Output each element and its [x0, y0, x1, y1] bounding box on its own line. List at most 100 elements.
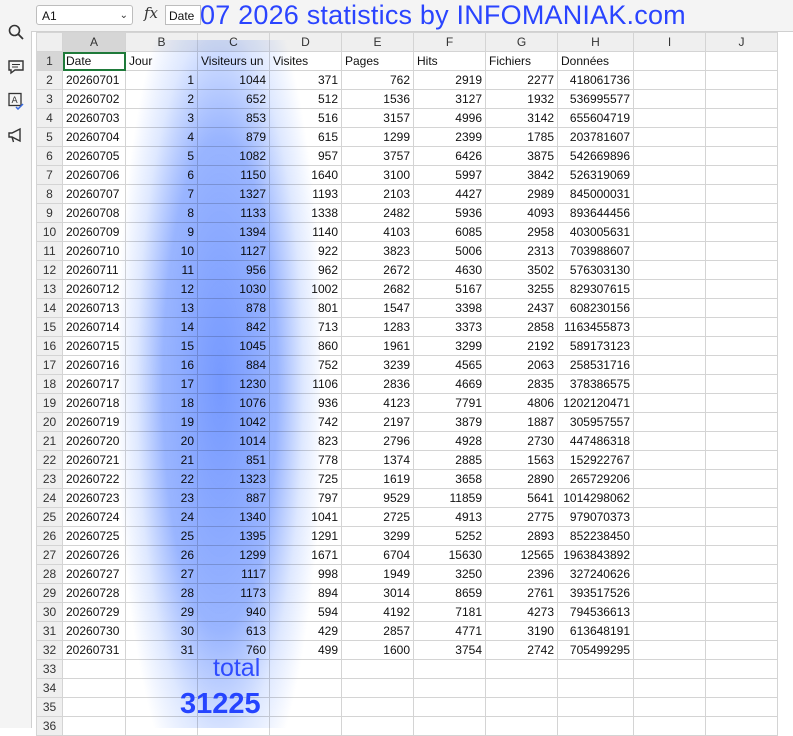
cell-f9[interactable]: 5936: [413, 203, 486, 223]
cell-e22[interactable]: 1374: [341, 450, 414, 470]
cell-f4[interactable]: 4996: [413, 108, 486, 128]
cell-j23[interactable]: [705, 469, 778, 489]
cell-e7[interactable]: 3100: [341, 165, 414, 185]
cell-e35[interactable]: [341, 697, 414, 717]
cell-h1[interactable]: Données: [557, 51, 634, 71]
cell-e18[interactable]: 2836: [341, 374, 414, 394]
cell-b15[interactable]: 14: [125, 317, 198, 337]
cell-h32[interactable]: 705499295: [557, 640, 634, 660]
cell-i12[interactable]: [633, 260, 706, 280]
cell-d17[interactable]: 752: [269, 355, 342, 375]
cell-c23[interactable]: 1323: [197, 469, 270, 489]
cell-a9[interactable]: 20260708: [62, 203, 126, 223]
name-box[interactable]: A1 ⌄: [36, 5, 133, 25]
cell-h35[interactable]: [557, 697, 634, 717]
cell-f32[interactable]: 3754: [413, 640, 486, 660]
cell-g17[interactable]: 2063: [485, 355, 558, 375]
cell-f30[interactable]: 7181: [413, 602, 486, 622]
cell-i13[interactable]: [633, 279, 706, 299]
cell-d32[interactable]: 499: [269, 640, 342, 660]
cell-c17[interactable]: 884: [197, 355, 270, 375]
cell-b32[interactable]: 31: [125, 640, 198, 660]
cell-g32[interactable]: 2742: [485, 640, 558, 660]
cell-e25[interactable]: 2725: [341, 507, 414, 527]
cell-c1[interactable]: Visiteurs un: [197, 51, 270, 71]
cell-d20[interactable]: 742: [269, 412, 342, 432]
cell-i18[interactable]: [633, 374, 706, 394]
cell-b7[interactable]: 6: [125, 165, 198, 185]
cell-i6[interactable]: [633, 146, 706, 166]
cell-h13[interactable]: 829307615: [557, 279, 634, 299]
cell-a32[interactable]: 20260731: [62, 640, 126, 660]
cell-b25[interactable]: 24: [125, 507, 198, 527]
cell-a4[interactable]: 20260703: [62, 108, 126, 128]
cell-c10[interactable]: 1394: [197, 222, 270, 242]
cell-b9[interactable]: 8: [125, 203, 198, 223]
formula-input[interactable]: Date: [165, 5, 201, 25]
cell-d33[interactable]: [269, 659, 342, 679]
cell-j7[interactable]: [705, 165, 778, 185]
cell-e9[interactable]: 2482: [341, 203, 414, 223]
row-header[interactable]: 10: [36, 222, 63, 242]
cell-h4[interactable]: 655604719: [557, 108, 634, 128]
cell-b21[interactable]: 20: [125, 431, 198, 451]
cell-g31[interactable]: 3190: [485, 621, 558, 641]
cell-f18[interactable]: 4669: [413, 374, 486, 394]
cell-a27[interactable]: 20260726: [62, 545, 126, 565]
cell-f28[interactable]: 3250: [413, 564, 486, 584]
row-header[interactable]: 5: [36, 127, 63, 147]
row-header[interactable]: 3: [36, 89, 63, 109]
cell-c6[interactable]: 1082: [197, 146, 270, 166]
cell-b2[interactable]: 1: [125, 70, 198, 90]
cell-d24[interactable]: 797: [269, 488, 342, 508]
cell-h19[interactable]: 1202120471: [557, 393, 634, 413]
cell-e16[interactable]: 1961: [341, 336, 414, 356]
column-header-g[interactable]: G: [485, 32, 558, 52]
cell-e20[interactable]: 2197: [341, 412, 414, 432]
cell-h18[interactable]: 378386575: [557, 374, 634, 394]
cell-a7[interactable]: 20260706: [62, 165, 126, 185]
cell-h17[interactable]: 258531716: [557, 355, 634, 375]
cell-a30[interactable]: 20260729: [62, 602, 126, 622]
cell-f36[interactable]: [413, 716, 486, 736]
cell-c13[interactable]: 1030: [197, 279, 270, 299]
cell-j9[interactable]: [705, 203, 778, 223]
cell-d36[interactable]: [269, 716, 342, 736]
cell-b1[interactable]: Jour: [125, 51, 198, 71]
cell-h11[interactable]: 703988607: [557, 241, 634, 261]
row-header[interactable]: 14: [36, 298, 63, 318]
cell-f27[interactable]: 15630: [413, 545, 486, 565]
cell-i35[interactable]: [633, 697, 706, 717]
cell-c8[interactable]: 1327: [197, 184, 270, 204]
cell-i1[interactable]: [633, 51, 706, 71]
cell-d14[interactable]: 801: [269, 298, 342, 318]
cell-d15[interactable]: 713: [269, 317, 342, 337]
cell-g18[interactable]: 2835: [485, 374, 558, 394]
cell-c21[interactable]: 1014: [197, 431, 270, 451]
cell-a36[interactable]: [62, 716, 126, 736]
cell-g16[interactable]: 2192: [485, 336, 558, 356]
cell-h5[interactable]: 203781607: [557, 127, 634, 147]
cell-h10[interactable]: 403005631: [557, 222, 634, 242]
cell-d9[interactable]: 1338: [269, 203, 342, 223]
cell-i33[interactable]: [633, 659, 706, 679]
cell-g30[interactable]: 4273: [485, 602, 558, 622]
cell-h9[interactable]: 893644456: [557, 203, 634, 223]
cell-i17[interactable]: [633, 355, 706, 375]
cell-d13[interactable]: 1002: [269, 279, 342, 299]
cell-a35[interactable]: [62, 697, 126, 717]
cell-j31[interactable]: [705, 621, 778, 641]
column-header-c[interactable]: C: [197, 32, 270, 52]
cell-h25[interactable]: 979070373: [557, 507, 634, 527]
cell-c15[interactable]: 842: [197, 317, 270, 337]
megaphone-icon[interactable]: [7, 126, 25, 144]
cell-h23[interactable]: 265729206: [557, 469, 634, 489]
cell-j2[interactable]: [705, 70, 778, 90]
row-header[interactable]: 2: [36, 70, 63, 90]
cell-e4[interactable]: 3157: [341, 108, 414, 128]
cell-b5[interactable]: 4: [125, 127, 198, 147]
row-header[interactable]: 28: [36, 564, 63, 584]
cell-d7[interactable]: 1640: [269, 165, 342, 185]
row-header[interactable]: 9: [36, 203, 63, 223]
cell-g34[interactable]: [485, 678, 558, 698]
